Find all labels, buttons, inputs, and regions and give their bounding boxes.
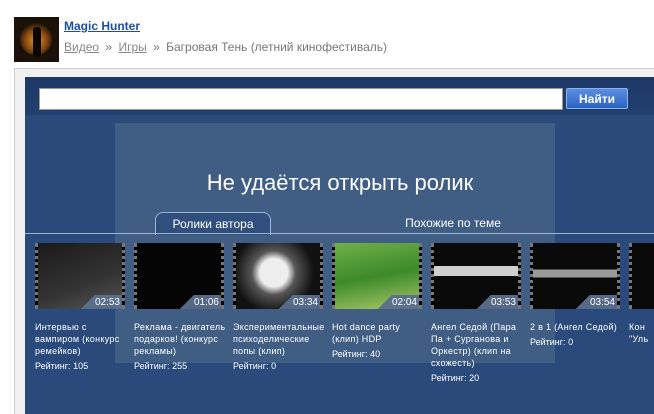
video-title[interactable]: Hot dance party (клип) HDP xyxy=(332,321,424,345)
search-bar: Найти xyxy=(25,77,654,115)
video-player: Найти Не удаётся открыть ролик Ролики ав… xyxy=(25,77,654,414)
video-list: 02:53 Интервью с вампиром (конкурс ремей… xyxy=(25,243,654,413)
video-item[interactable]: 02:04 Hot dance party (клип) HDP Рейтинг… xyxy=(332,243,424,359)
video-duration: 03:54 xyxy=(589,297,615,308)
rating-value: 105 xyxy=(73,361,89,371)
search-input[interactable] xyxy=(39,88,563,110)
rating-label: Рейтинг: xyxy=(233,361,269,371)
avatar-figure xyxy=(33,27,41,57)
video-duration: 02:04 xyxy=(391,297,417,308)
video-thumbnail[interactable]: 03:53 xyxy=(431,243,521,309)
video-item[interactable]: 02:53 Интервью с вампиром (конкурс ремей… xyxy=(35,243,127,371)
video-thumbnail[interactable]: 03:54 xyxy=(530,243,620,309)
rating-label: Рейтинг: xyxy=(134,361,170,371)
video-item[interactable]: 03:34 Экспериментальные психоделические … xyxy=(233,243,325,371)
rating-value: 40 xyxy=(370,349,381,359)
avatar[interactable] xyxy=(14,17,59,62)
tab-author-videos[interactable]: Ролики автора xyxy=(155,212,271,235)
thumb-scene xyxy=(632,243,654,309)
breadcrumb: Видео » Игры » Багровая Тень (летний кин… xyxy=(64,40,387,54)
video-item[interactable]: 01:06 Реклама - двигатель подарков! (кон… xyxy=(134,243,226,371)
tab-related-videos[interactable]: Похожие по теме xyxy=(393,212,513,234)
video-thumbnail[interactable]: 02:53 xyxy=(35,243,125,309)
video-thumbnail[interactable]: 02:04 xyxy=(332,243,422,309)
video-title[interactable]: Ангел Седой (Пара Па + Сурганова и Оркес… xyxy=(431,321,523,369)
rating-label: Рейтинг: xyxy=(431,373,467,383)
rating-label: Рейтинг: xyxy=(35,361,71,371)
video-thumbnail[interactable]: 03:34 xyxy=(233,243,323,309)
video-title[interactable]: 2 в 1 (Ангел Седой) xyxy=(530,321,622,333)
video-duration: 01:06 xyxy=(193,297,219,308)
video-rating: Рейтинг: 255 xyxy=(134,361,226,371)
video-rating: Рейтинг: 40 xyxy=(332,349,424,359)
video-title[interactable]: Реклама - двигатель подарков! (конкурс р… xyxy=(134,321,226,357)
rating-value: 0 xyxy=(568,337,574,347)
video-rating: Рейтинг: 20 xyxy=(431,373,523,383)
rating-value: 255 xyxy=(172,361,188,371)
video-title[interactable]: Экспериментальные психоделические попы (… xyxy=(233,321,325,357)
user-name-link[interactable]: Magic Hunter xyxy=(64,19,140,33)
video-item[interactable]: 03:54 2 в 1 (Ангел Седой) Рейтинг: 0 xyxy=(530,243,622,347)
breadcrumb-video[interactable]: Видео xyxy=(64,40,99,54)
video-item-partial[interactable]: Кон "Уль xyxy=(629,243,654,345)
page-header: Magic Hunter Видео » Игры » Багровая Тен… xyxy=(14,17,654,63)
video-rating: Рейтинг: 0 xyxy=(530,337,622,347)
video-rating: Рейтинг: 0 xyxy=(233,361,325,371)
breadcrumb-separator: » xyxy=(153,40,160,54)
rating-label: Рейтинг: xyxy=(530,337,566,347)
video-duration: 03:34 xyxy=(292,297,318,308)
rating-value: 0 xyxy=(271,361,277,371)
video-thumbnail[interactable] xyxy=(629,243,654,309)
player-frame: Найти Не удаётся открыть ролик Ролики ав… xyxy=(14,68,654,414)
video-item[interactable]: 03:53 Ангел Седой (Пара Па + Сурганова и… xyxy=(431,243,523,383)
player-panel: Не удаётся открыть ролик Ролики автора П… xyxy=(25,115,654,414)
breadcrumb-separator: » xyxy=(105,40,113,54)
rating-value: 20 xyxy=(469,373,480,383)
video-thumbnail[interactable]: 01:06 xyxy=(134,243,224,309)
breadcrumb-current: Багровая Тень (летний кинофестиваль) xyxy=(166,40,387,54)
error-message: Не удаётся открыть ролик xyxy=(206,170,474,195)
tab-bar: Ролики автора Похожие по теме xyxy=(25,204,654,235)
tab-underline xyxy=(25,233,654,234)
search-button[interactable]: Найти xyxy=(566,88,628,109)
rating-label: Рейтинг: xyxy=(332,349,368,359)
video-title[interactable]: Интервью с вампиром (конкурс ремейков) xyxy=(35,321,127,357)
breadcrumb-games[interactable]: Игры xyxy=(118,40,146,54)
video-rating: Рейтинг: 105 xyxy=(35,361,127,371)
video-title[interactable]: Кон "Уль xyxy=(629,321,654,345)
video-duration: 02:53 xyxy=(94,297,120,308)
video-duration: 03:53 xyxy=(490,297,516,308)
